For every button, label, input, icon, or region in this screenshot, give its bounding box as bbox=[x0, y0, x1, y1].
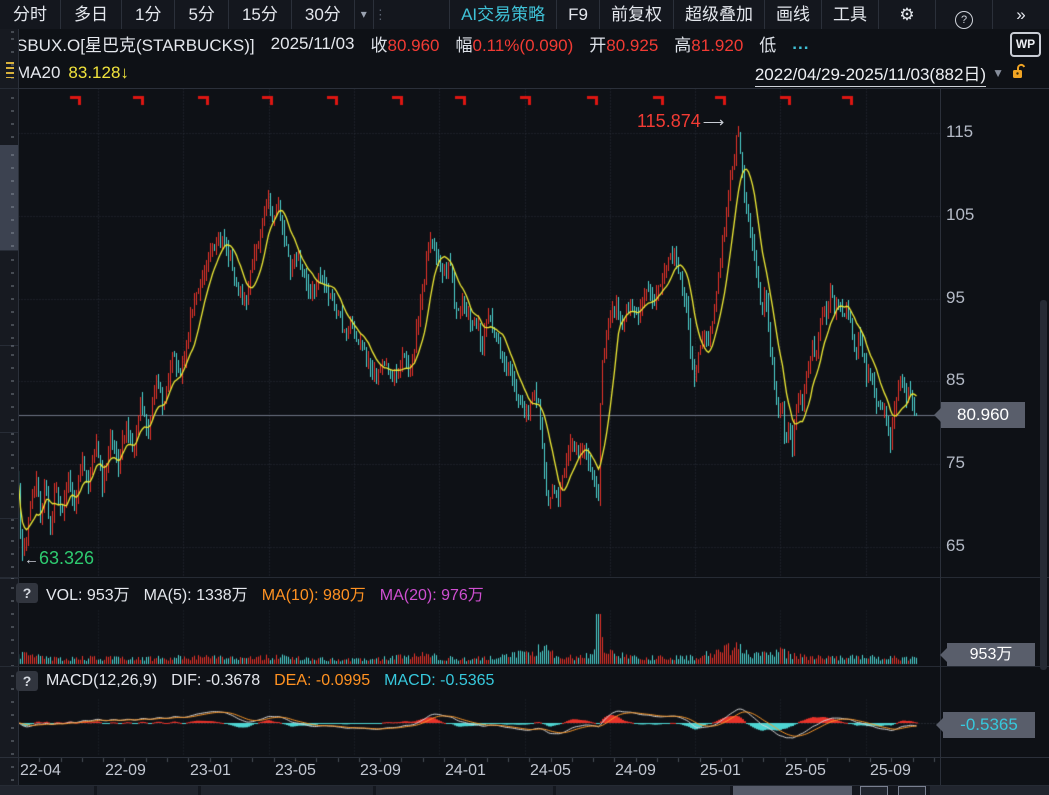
high-value: 81.920 bbox=[691, 36, 743, 55]
macd-help-button[interactable]: ? bbox=[16, 671, 38, 691]
panel-separator bbox=[0, 577, 1049, 578]
ma20-value: 83.128↓ bbox=[68, 63, 129, 83]
adjust-mode-button[interactable]: 前复权 bbox=[599, 0, 673, 29]
macd-indicator-row: ? MACD(12,26,9) DIF: -0.3678 DEA: -0.099… bbox=[16, 667, 508, 695]
price-tick-label: 95 bbox=[946, 288, 1006, 308]
tab-1min[interactable]: 1分 bbox=[122, 0, 175, 29]
scrollbar-button[interactable] bbox=[860, 786, 888, 795]
volume-indicator-row: ? VOL: 953万 MA(5): 1338万 MA(10): 980万 MA… bbox=[16, 579, 498, 607]
open-value: 80.925 bbox=[606, 36, 658, 55]
x-axis-label: 25-01 bbox=[700, 762, 741, 780]
change-label: 幅 bbox=[455, 36, 472, 55]
ai-strategy-button[interactable]: AI交易策略 bbox=[449, 0, 556, 29]
change-value: 0.11%(0.090) bbox=[472, 36, 573, 55]
quote-date: 2025/11/03 bbox=[271, 34, 355, 54]
low-label: 低 bbox=[759, 31, 776, 56]
wp-badge[interactable]: WP bbox=[1010, 32, 1041, 57]
draw-line-button[interactable]: 画线 bbox=[764, 0, 821, 29]
x-axis-label: 25-05 bbox=[785, 762, 826, 780]
right-arrow-icon: ⟶ bbox=[703, 114, 725, 131]
x-axis-label: 25-09 bbox=[870, 762, 911, 780]
expand-toolbar-icon[interactable]: » bbox=[992, 0, 1049, 29]
x-axis-label: 22-04 bbox=[20, 762, 61, 780]
last-price-badge: 80.960 bbox=[941, 402, 1025, 428]
macd-badge: -0.5365 bbox=[943, 712, 1035, 738]
tab-intraday[interactable]: 分时 bbox=[0, 0, 61, 29]
right-scrollbar[interactable] bbox=[1040, 300, 1047, 670]
top-toolbar: 分时 多日 1分 5分 15分 30分 ▾ ⋮ AI交易策略 F9 前复权 超级… bbox=[0, 0, 1049, 30]
stock-app-window: 分时 多日 1分 5分 15分 30分 ▾ ⋮ AI交易策略 F9 前复权 超级… bbox=[0, 0, 1049, 795]
x-axis-label: 23-01 bbox=[190, 762, 231, 780]
tab-30min[interactable]: 30分 bbox=[292, 0, 355, 29]
scrollbar-button[interactable] bbox=[898, 786, 926, 795]
x-axis-label: 24-05 bbox=[530, 762, 571, 780]
date-range-caret-icon[interactable]: ▼ bbox=[992, 66, 1004, 80]
symbol-name[interactable]: SBUX.O[星巴克(STARBUCKS)] bbox=[16, 31, 255, 56]
left-arrow-icon: ← bbox=[24, 551, 39, 568]
low-price-annotation: ←63.326 bbox=[24, 548, 94, 569]
open-label: 开 bbox=[589, 36, 606, 55]
tab-15min[interactable]: 15分 bbox=[229, 0, 292, 29]
price-axis-line bbox=[940, 88, 941, 785]
price-tick-label: 115 bbox=[946, 122, 1006, 142]
high-label: 高 bbox=[674, 36, 691, 55]
high-price-annotation: 115.874⟶ bbox=[637, 111, 724, 132]
price-tick-label: 65 bbox=[946, 536, 1006, 556]
date-axis: 22-04 22-09 23-01 23-05 23-09 24-01 24-05 24-09… bbox=[0, 758, 1049, 785]
scrollbar-thumb[interactable] bbox=[733, 786, 852, 795]
volume-help-button[interactable]: ? bbox=[16, 583, 38, 603]
quote-ellipsis[interactable]: ... bbox=[792, 34, 809, 54]
x-axis-label: 23-09 bbox=[360, 762, 401, 780]
close-label: 收 bbox=[370, 36, 387, 55]
period-dropdown-icon[interactable]: ▾ bbox=[355, 0, 374, 29]
x-axis-label: 22-09 bbox=[105, 762, 146, 780]
bottom-scrollbar[interactable] bbox=[0, 786, 1049, 795]
help-icon[interactable]: ? bbox=[935, 0, 992, 29]
ma-info-bar: MA20 83.128↓ 2022/04/29-2025/11/03(882日)… bbox=[0, 58, 1049, 89]
unlock-icon[interactable] bbox=[1012, 63, 1027, 84]
ma20-label: MA20 bbox=[16, 63, 60, 83]
sidebar-active-item[interactable] bbox=[0, 145, 18, 251]
gear-icon[interactable]: ⚙ bbox=[878, 0, 935, 29]
tab-multiday[interactable]: 多日 bbox=[61, 0, 122, 29]
tab-5min[interactable]: 5分 bbox=[175, 0, 228, 29]
quote-info-bar: SBUX.O[星巴克(STARBUCKS)] 2025/11/03 收80.96… bbox=[0, 29, 1049, 58]
sidebar-clipped-text bbox=[6, 62, 14, 78]
x-axis-label: 23-05 bbox=[275, 762, 316, 780]
volume-badge: 953万 bbox=[947, 643, 1035, 666]
x-axis-label: 24-09 bbox=[615, 762, 656, 780]
price-tick-label: 105 bbox=[946, 205, 1006, 225]
price-tick-label: 75 bbox=[946, 453, 1006, 473]
tools-button[interactable]: 工具 bbox=[821, 0, 878, 29]
close-value: 80.960 bbox=[387, 36, 439, 55]
price-tick-label: 85 bbox=[946, 370, 1006, 390]
super-overlay-button[interactable]: 超级叠加 bbox=[673, 0, 764, 29]
date-range-selector[interactable]: 2022/04/29-2025/11/03(882日) bbox=[755, 60, 986, 87]
f9-button[interactable]: F9 bbox=[556, 0, 599, 29]
more-periods-icon: ⋮ bbox=[374, 7, 388, 23]
x-axis-label: 24-01 bbox=[445, 762, 486, 780]
